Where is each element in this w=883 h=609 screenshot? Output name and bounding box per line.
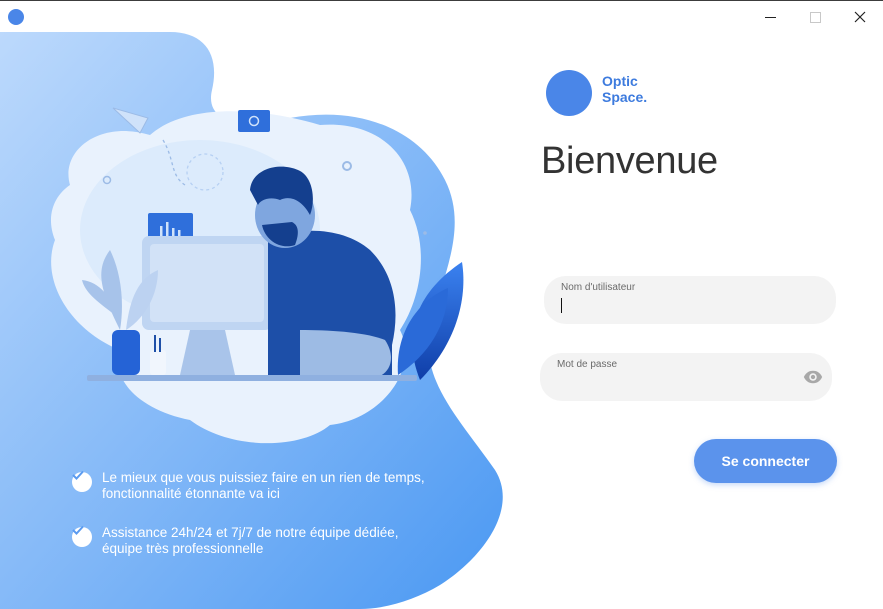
- check-circle-icon: [72, 470, 92, 492]
- hero-illustration: [0, 32, 503, 609]
- feature-text: Assistance 24h/24 et 7j/7 de notre équip…: [102, 525, 399, 556]
- feature-item: Assistance 24h/24 et 7j/7 de notre équip…: [72, 525, 432, 557]
- page-title: Bienvenue: [541, 140, 718, 182]
- close-icon: [854, 11, 866, 23]
- password-label: Mot de passe: [557, 359, 618, 370]
- feature-item: Le mieux que vous puissiez faire en un r…: [72, 470, 432, 502]
- maximize-icon: [809, 11, 821, 23]
- text-cursor: [561, 298, 562, 313]
- eye-icon[interactable]: [802, 367, 824, 387]
- maximize-button[interactable]: [793, 3, 837, 31]
- login-button[interactable]: Se connecter: [694, 439, 837, 483]
- minimize-icon: [764, 16, 776, 18]
- brand-logo: [546, 70, 592, 116]
- password-field[interactable]: Mot de passe: [540, 353, 832, 401]
- minimize-button[interactable]: [748, 3, 792, 31]
- check-circle-icon: [72, 525, 92, 547]
- illustration-panel: Le mieux que vous puissiez faire en un r…: [0, 0, 520, 609]
- feature-text: Le mieux que vous puissiez faire en un r…: [102, 470, 425, 501]
- close-button[interactable]: [838, 3, 882, 31]
- username-field[interactable]: Nom d'utilisateur: [544, 276, 836, 324]
- brand-name: Optic Space.: [602, 73, 648, 105]
- username-label: Nom d'utilisateur: [561, 282, 636, 293]
